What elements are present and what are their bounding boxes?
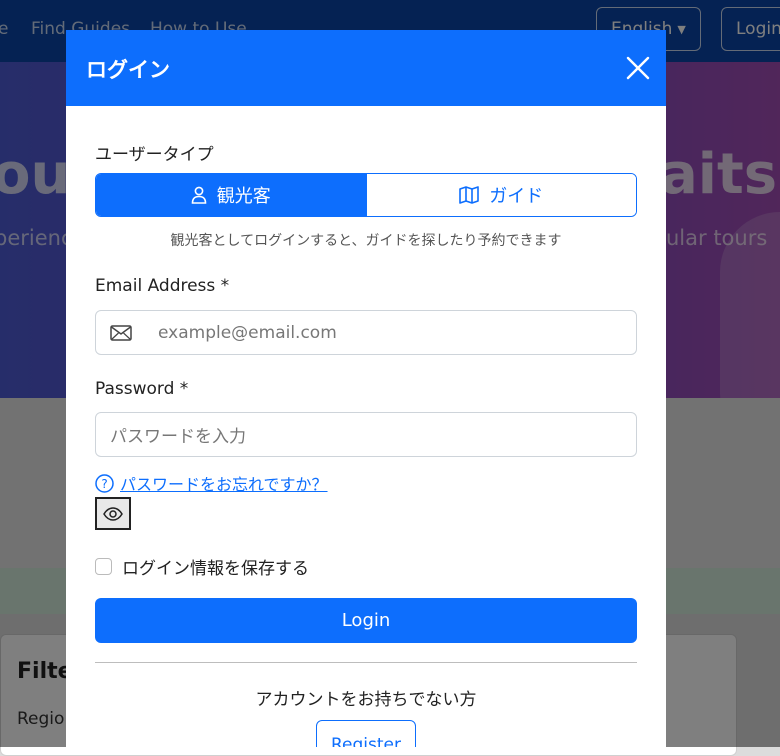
divider bbox=[95, 662, 637, 663]
forgot-password-text: パスワードをお忘れですか？ bbox=[120, 475, 328, 494]
register-button-label: Register bbox=[331, 735, 401, 747]
toggle-password-visibility-button[interactable] bbox=[95, 497, 131, 530]
svg-text:?: ? bbox=[101, 477, 107, 491]
user-type-hint: 観光客としてログインすると、ガイドを探したり予約できます bbox=[170, 233, 562, 249]
register-button[interactable]: Register bbox=[316, 720, 416, 747]
user-type-guide-label: ガイド bbox=[489, 186, 544, 207]
close-button[interactable] bbox=[624, 54, 652, 82]
password-field[interactable]: パスワードを入力 bbox=[95, 412, 637, 457]
forgot-password-link[interactable]: ? パスワードをお忘れですか？ bbox=[95, 471, 328, 495]
modal-title: ログイン bbox=[86, 58, 170, 82]
email-field[interactable]: example@email.com bbox=[95, 310, 637, 355]
question-circle-icon: ? bbox=[95, 473, 114, 493]
person-icon bbox=[191, 186, 207, 204]
login-button[interactable]: Login bbox=[95, 598, 637, 643]
password-label: Password * bbox=[95, 379, 189, 399]
envelope-icon bbox=[110, 324, 132, 341]
modal-header: ログイン bbox=[66, 30, 666, 106]
user-type-label: ユーザータイプ bbox=[95, 145, 214, 165]
remember-me-label: ログイン情報を保存する bbox=[122, 559, 309, 579]
eye-icon bbox=[103, 506, 123, 521]
user-type-tourist-option[interactable]: 観光客 bbox=[96, 174, 366, 216]
login-button-label: Login bbox=[341, 610, 391, 631]
user-type-tourist-label: 観光客 bbox=[216, 186, 271, 207]
remember-me-checkbox[interactable] bbox=[95, 558, 112, 575]
login-modal: ログイン ユーザータイプ 観光客 ガイド 観光客としてログインすると、ガイドを探… bbox=[66, 30, 666, 747]
password-placeholder: パスワードを入力 bbox=[110, 427, 246, 447]
close-icon bbox=[626, 56, 650, 80]
no-account-text: アカウントをお持ちでない方 bbox=[255, 690, 477, 710]
user-type-toggle: 観光客 ガイド bbox=[95, 173, 637, 217]
map-icon bbox=[459, 186, 480, 204]
user-type-guide-option[interactable]: ガイド bbox=[365, 174, 636, 216]
email-label: Email Address * bbox=[95, 276, 230, 296]
email-placeholder: example@email.com bbox=[158, 322, 337, 343]
remember-me-row: ログイン情報を保存する bbox=[95, 554, 309, 579]
